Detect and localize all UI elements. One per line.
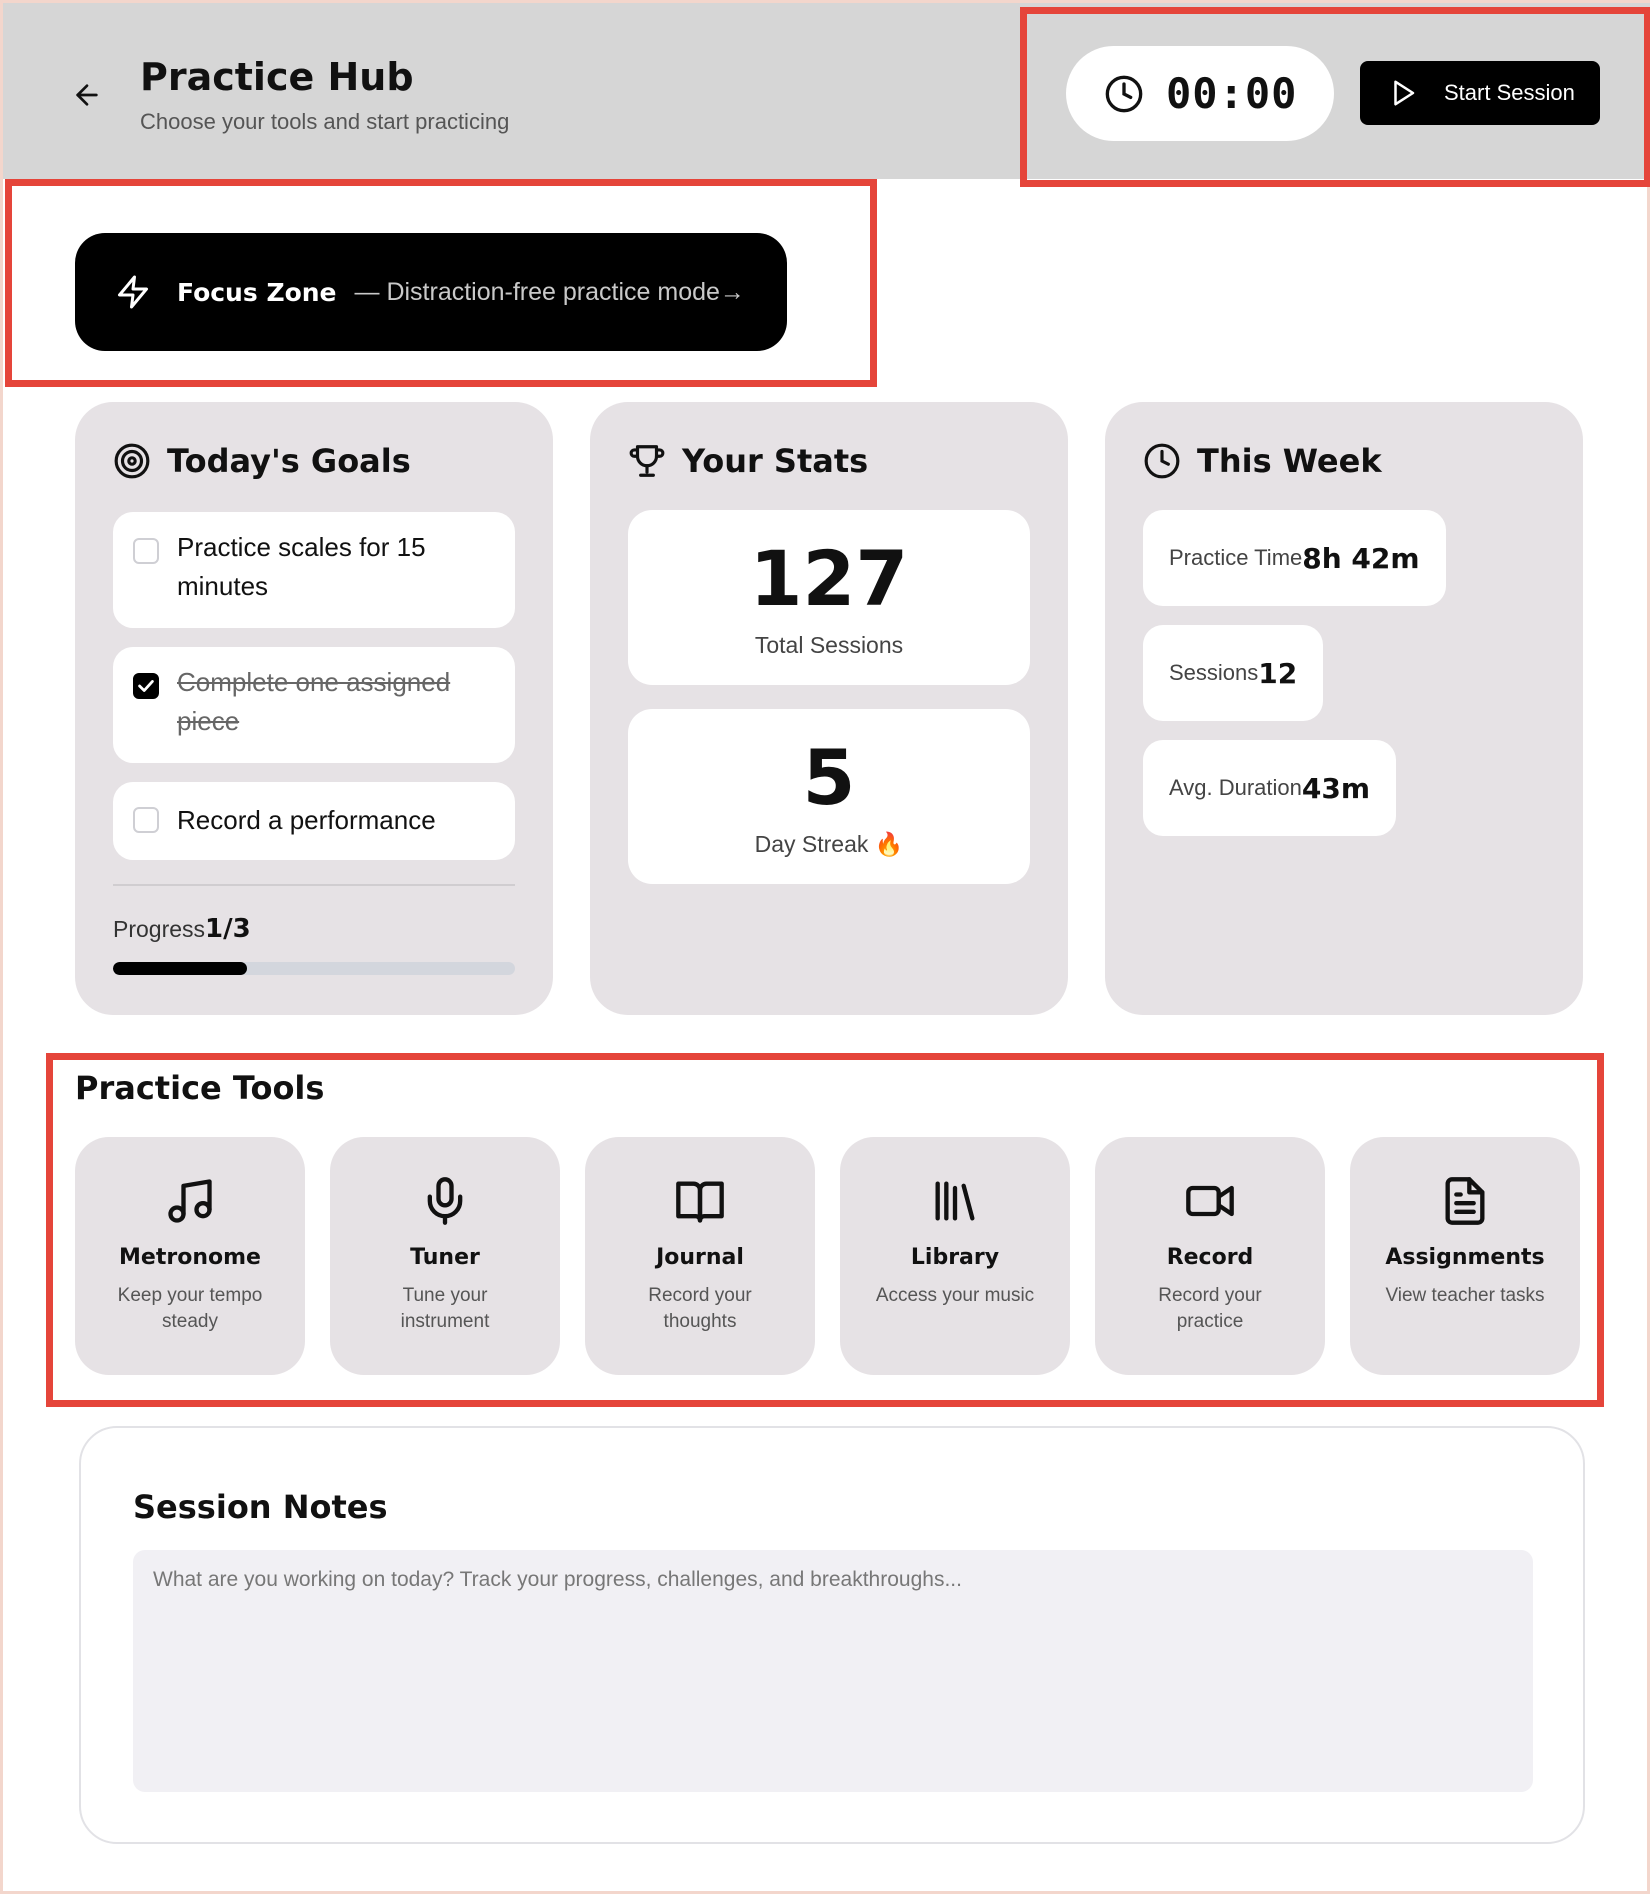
library-icon	[935, 1181, 975, 1221]
progress-value: 1/3	[205, 914, 251, 944]
tool-name: Record	[1166, 1245, 1254, 1270]
clock-icon	[1105, 75, 1143, 112]
target-icon	[114, 443, 150, 479]
session-timer: 00:00	[1066, 46, 1334, 141]
back-button[interactable]	[67, 75, 107, 115]
book-icon	[676, 1181, 724, 1223]
page-subtitle: Choose your tools and start practicing	[140, 109, 510, 134]
tool-tuner[interactable]: Tuner Tune your instrument	[330, 1137, 560, 1375]
play-icon	[1394, 80, 1415, 106]
total-sessions-value: 127	[749, 534, 909, 623]
avg-duration-label: Avg. Duration	[1169, 775, 1302, 800]
music-note-icon	[168, 1179, 212, 1223]
progress-label-text: Progress	[113, 916, 206, 942]
focus-zone-button[interactable]: Focus Zone — Distraction-free practice m…	[75, 233, 787, 351]
trophy-icon	[629, 445, 665, 477]
tool-description: Keep your tempo steady	[117, 1285, 263, 1332]
divider	[113, 884, 515, 886]
arrow-left-icon	[76, 84, 98, 106]
goal-text: Practice scales for 15 minutes	[177, 532, 426, 601]
your-stats-title: Your Stats	[682, 442, 869, 480]
your-stats-header: Your Stats	[628, 442, 868, 480]
checkmark-icon	[138, 680, 154, 692]
page-title: Practice Hub	[140, 55, 414, 99]
this-week-card: This Week Practice Time 8h 42m Sessions 12…	[1105, 402, 1583, 1015]
focus-zone-description: — Distraction-free practice mode→	[354, 277, 745, 306]
session-notes-title: Session Notes	[133, 1488, 388, 1526]
session-notes-input[interactable]	[133, 1550, 1533, 1792]
sessions-value: 12	[1258, 656, 1298, 690]
tool-assignments[interactable]: Assignments View teacher tasks	[1350, 1137, 1580, 1375]
tool-description: Access your music	[875, 1285, 1035, 1306]
goal-item[interactable]: Practice scales for 15 minutes	[113, 512, 515, 628]
microphone-icon	[427, 1177, 463, 1225]
progress-bar	[113, 962, 515, 975]
your-stats-card: Your Stats 127 Total Sessions 5 Day Stre…	[590, 402, 1068, 1015]
practice-tools-title: Practice Tools	[75, 1069, 325, 1107]
lightning-icon	[118, 275, 148, 309]
practice-time-stat: Practice Time 8h 42m	[1143, 510, 1446, 606]
avg-duration-stat: Avg. Duration 43m	[1143, 740, 1397, 836]
avg-duration-value: 43m	[1301, 771, 1371, 805]
document-icon	[1445, 1177, 1485, 1225]
todays-goals-title: Today's Goals	[167, 442, 411, 480]
timer-value: 00:00	[1166, 69, 1298, 118]
goal-text: Complete one assigned piece	[177, 667, 451, 736]
goal-item[interactable]: Complete one assigned piece	[113, 647, 515, 763]
start-session-button[interactable]: Start Session	[1360, 61, 1600, 125]
tool-description: Record your thoughts	[648, 1285, 752, 1332]
tool-library[interactable]: Library Access your music	[840, 1137, 1070, 1375]
tool-journal[interactable]: Journal Record your thoughts	[585, 1137, 815, 1375]
day-streak-value: 5	[802, 733, 856, 822]
tool-metronome[interactable]: Metronome Keep your tempo steady	[75, 1137, 305, 1375]
practice-hub-page: Practice Hub Choose your tools and start…	[0, 0, 1650, 1894]
practice-time-value: 8h 42m	[1302, 541, 1420, 575]
day-streak-stat: 5 Day Streak 🔥	[628, 709, 1030, 884]
start-session-label: Start Session	[1444, 80, 1575, 105]
this-week-title: This Week	[1197, 442, 1382, 480]
tool-description: Tune your instrument	[400, 1285, 490, 1332]
total-sessions-label: Total Sessions	[754, 632, 904, 658]
clock-icon	[1144, 443, 1180, 479]
tool-name: Library	[910, 1245, 1000, 1270]
todays-goals-header: Today's Goals	[113, 442, 411, 480]
goal-checkbox-checked[interactable]	[133, 673, 159, 699]
progress-label: Progress1/3	[113, 914, 251, 944]
goal-checkbox[interactable]	[133, 807, 159, 833]
session-notes-card: Session Notes	[79, 1426, 1585, 1844]
header: Practice Hub Choose your tools and start…	[3, 3, 1650, 179]
tool-name: Assignments	[1385, 1245, 1545, 1270]
tool-record[interactable]: Record Record your practice	[1095, 1137, 1325, 1375]
progress-bar-fill	[113, 962, 247, 975]
tool-name: Tuner	[410, 1245, 480, 1270]
sessions-stat: Sessions 12	[1143, 625, 1324, 721]
goal-item[interactable]: Record a performance	[113, 782, 515, 860]
total-sessions-stat: 127 Total Sessions	[628, 510, 1030, 685]
this-week-header: This Week	[1143, 442, 1382, 480]
goal-checkbox[interactable]	[133, 538, 159, 564]
sessions-label: Sessions	[1169, 660, 1259, 685]
tool-name: Metronome	[119, 1245, 261, 1270]
practice-time-label: Practice Time	[1169, 545, 1303, 570]
day-streak-label: Day Streak 🔥	[754, 831, 904, 857]
todays-goals-card: Today's Goals Practice scales for 15 min…	[75, 402, 553, 1015]
video-camera-icon	[1186, 1185, 1234, 1217]
goal-text: Record a performance	[177, 805, 436, 835]
tool-description: Record your practice	[1158, 1285, 1262, 1332]
tool-description: View teacher tasks	[1385, 1285, 1545, 1306]
tool-name: Journal	[656, 1245, 744, 1270]
focus-zone-label: Focus Zone	[177, 277, 337, 307]
